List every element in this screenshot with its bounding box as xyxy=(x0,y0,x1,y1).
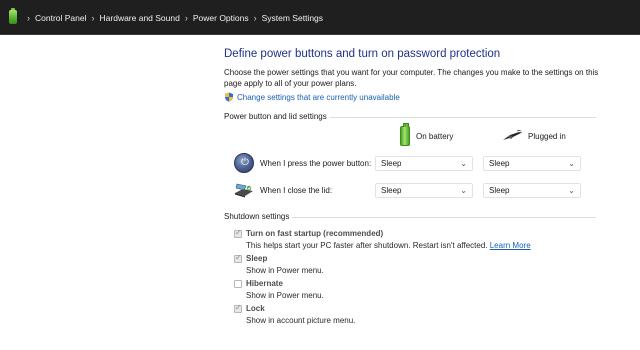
on-battery-column-header: On battery xyxy=(400,123,454,146)
plugged-in-column-header: Plugged in xyxy=(502,130,566,142)
power-button-on-battery-select[interactable]: Sleep ⌄ xyxy=(375,156,473,171)
chevron-right-icon[interactable]: › xyxy=(185,13,188,23)
lid-plugged-in-value: Sleep xyxy=(489,186,510,195)
section-divider xyxy=(292,217,596,218)
hibernate-description: Show in Power menu. xyxy=(246,291,324,300)
power-button-plugged-in-value: Sleep xyxy=(489,159,510,168)
lid-row-label: When I close the lid: xyxy=(260,186,333,195)
fast-startup-checkbox[interactable] xyxy=(234,228,242,238)
breadcrumb-control-panel[interactable]: Control Panel xyxy=(35,13,87,23)
breadcrumb-system-settings[interactable]: System Settings xyxy=(262,13,323,23)
breadcrumb: › Control Panel › Hardware and Sound › P… xyxy=(22,11,323,25)
lock-label: Lock xyxy=(246,304,265,313)
power-plug-icon xyxy=(503,130,522,140)
chevron-down-icon: ⌄ xyxy=(460,186,467,195)
chevron-right-icon[interactable]: › xyxy=(254,13,257,23)
lid-on-battery-select[interactable]: Sleep ⌄ xyxy=(375,183,473,198)
on-battery-label: On battery xyxy=(416,131,454,141)
fast-startup-description-text: This helps start your PC faster after sh… xyxy=(246,241,488,250)
shutdown-section-label: Shutdown settings xyxy=(224,212,290,221)
battery-icon xyxy=(400,123,410,146)
power-button-icon: ⏻ xyxy=(234,153,254,173)
address-bar: › Control Panel › Hardware and Sound › P… xyxy=(0,0,640,35)
page-title: Define power buttons and turn on passwor… xyxy=(224,48,501,60)
power-button-on-battery-value: Sleep xyxy=(381,159,402,168)
fast-startup-description: This helps start your PC faster after sh… xyxy=(246,241,531,250)
power-button-row-label: When I press the power button: xyxy=(260,159,372,168)
lid-plugged-in-select[interactable]: Sleep ⌄ xyxy=(483,183,581,198)
chevron-down-icon: ⌄ xyxy=(568,186,575,195)
chevron-right-icon[interactable]: › xyxy=(27,13,30,23)
hibernate-checkbox[interactable] xyxy=(234,280,242,288)
sleep-description: Show in Power menu. xyxy=(246,266,324,275)
hibernate-label: Hibernate xyxy=(246,279,283,288)
chevron-down-icon: ⌄ xyxy=(460,159,467,168)
sleep-checkbox[interactable] xyxy=(234,253,242,263)
breadcrumb-hardware-and-sound[interactable]: Hardware and Sound xyxy=(100,13,180,23)
chevron-right-icon[interactable]: › xyxy=(92,13,95,23)
laptop-lid-icon xyxy=(235,183,253,198)
lid-on-battery-value: Sleep xyxy=(381,186,402,195)
page-description: Choose the power settings that you want … xyxy=(224,68,599,88)
uac-shield-icon xyxy=(225,92,233,102)
sleep-label: Sleep xyxy=(246,254,268,263)
power-options-icon xyxy=(9,8,17,24)
lock-description: Show in account picture menu. xyxy=(246,316,356,325)
lock-checkbox[interactable] xyxy=(234,303,242,313)
chevron-down-icon: ⌄ xyxy=(568,159,575,168)
change-settings-link[interactable]: Change settings that are currently unava… xyxy=(224,92,400,102)
breadcrumb-power-options[interactable]: Power Options xyxy=(193,13,249,23)
change-settings-label[interactable]: Change settings that are currently unava… xyxy=(237,93,400,102)
learn-more-link[interactable]: Learn More xyxy=(490,241,531,250)
power-section-label: Power button and lid settings xyxy=(224,112,327,121)
power-button-plugged-in-select[interactable]: Sleep ⌄ xyxy=(483,156,581,171)
fast-startup-label: Turn on fast startup (recommended) xyxy=(246,229,384,238)
section-divider xyxy=(330,117,596,118)
plugged-in-label: Plugged in xyxy=(528,131,566,141)
